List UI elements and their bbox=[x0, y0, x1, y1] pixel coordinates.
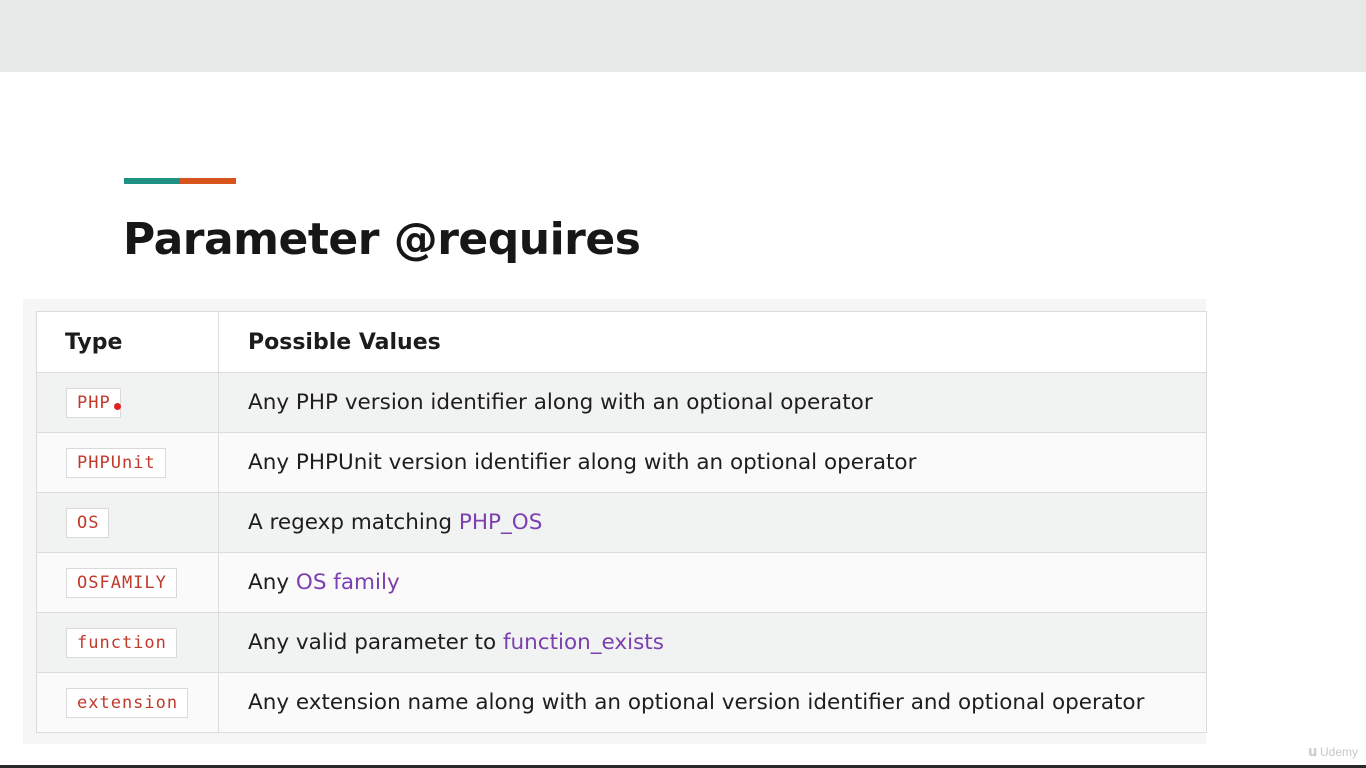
table-row: OSFAMILY Any OS family bbox=[36, 552, 1207, 613]
values-cell: Any OS family bbox=[218, 552, 1207, 613]
type-code: function bbox=[66, 627, 177, 658]
values-text: Any PHP version identifier along with an… bbox=[248, 390, 873, 415]
type-code: PHPUnit bbox=[66, 447, 166, 478]
table-header-row: Type Possible Values bbox=[36, 311, 1207, 373]
header-possible-values: Possible Values bbox=[218, 311, 1207, 373]
type-cell: PHPUnit bbox=[36, 432, 219, 493]
type-code-text: PHP bbox=[77, 392, 111, 413]
udemy-logo-icon: 𝐮 bbox=[1308, 743, 1317, 759]
table-row: PHP Any PHP version identifier along wit… bbox=[36, 372, 1207, 433]
accent-orange bbox=[180, 178, 236, 184]
values-cell: Any PHPUnit version identifier along wit… bbox=[218, 432, 1207, 493]
accent-teal bbox=[124, 178, 180, 184]
function-exists-link[interactable]: function_exists bbox=[503, 630, 664, 655]
type-cell: extension bbox=[36, 672, 219, 733]
title-accent-bar bbox=[124, 178, 236, 184]
table-row: OS A regexp matching PHP_OS bbox=[36, 492, 1207, 553]
watermark-label: Udemy bbox=[1319, 744, 1358, 759]
type-cell: function bbox=[36, 612, 219, 673]
type-code: PHP bbox=[66, 387, 121, 418]
top-band bbox=[0, 0, 1366, 72]
os-family-link[interactable]: OS family bbox=[296, 570, 400, 595]
values-text: Any PHPUnit version identifier along wit… bbox=[248, 450, 917, 475]
values-cell: Any PHP version identifier along with an… bbox=[218, 372, 1207, 433]
table-row: extension Any extension name along with … bbox=[36, 672, 1207, 733]
type-code: extension bbox=[66, 687, 189, 718]
table-row: PHPUnit Any PHPUnit version identifier a… bbox=[36, 432, 1207, 493]
php-os-link[interactable]: PHP_OS bbox=[459, 510, 542, 535]
type-cell: OS bbox=[36, 492, 219, 553]
header-type: Type bbox=[36, 311, 219, 373]
values-cell: Any valid parameter to function_exists bbox=[218, 612, 1207, 673]
values-text: Any bbox=[248, 570, 296, 595]
type-cell: OSFAMILY bbox=[36, 552, 219, 613]
slide-title: Parameter @requires bbox=[123, 214, 641, 265]
type-code: OSFAMILY bbox=[66, 567, 177, 598]
requires-table: Type Possible Values PHP Any PHP version… bbox=[36, 311, 1207, 733]
values-text: A regexp matching bbox=[248, 510, 459, 535]
pointer-dot-icon bbox=[113, 402, 121, 410]
table-row: function Any valid parameter to function… bbox=[36, 612, 1207, 673]
values-text: Any extension name along with an optiona… bbox=[248, 690, 1145, 715]
type-cell: PHP bbox=[36, 372, 219, 433]
udemy-watermark: 𝐮 Udemy bbox=[1308, 743, 1358, 760]
values-cell: A regexp matching PHP_OS bbox=[218, 492, 1207, 553]
type-code: OS bbox=[66, 507, 110, 538]
values-text: Any valid parameter to bbox=[248, 630, 503, 655]
values-cell: Any extension name along with an optiona… bbox=[218, 672, 1207, 733]
